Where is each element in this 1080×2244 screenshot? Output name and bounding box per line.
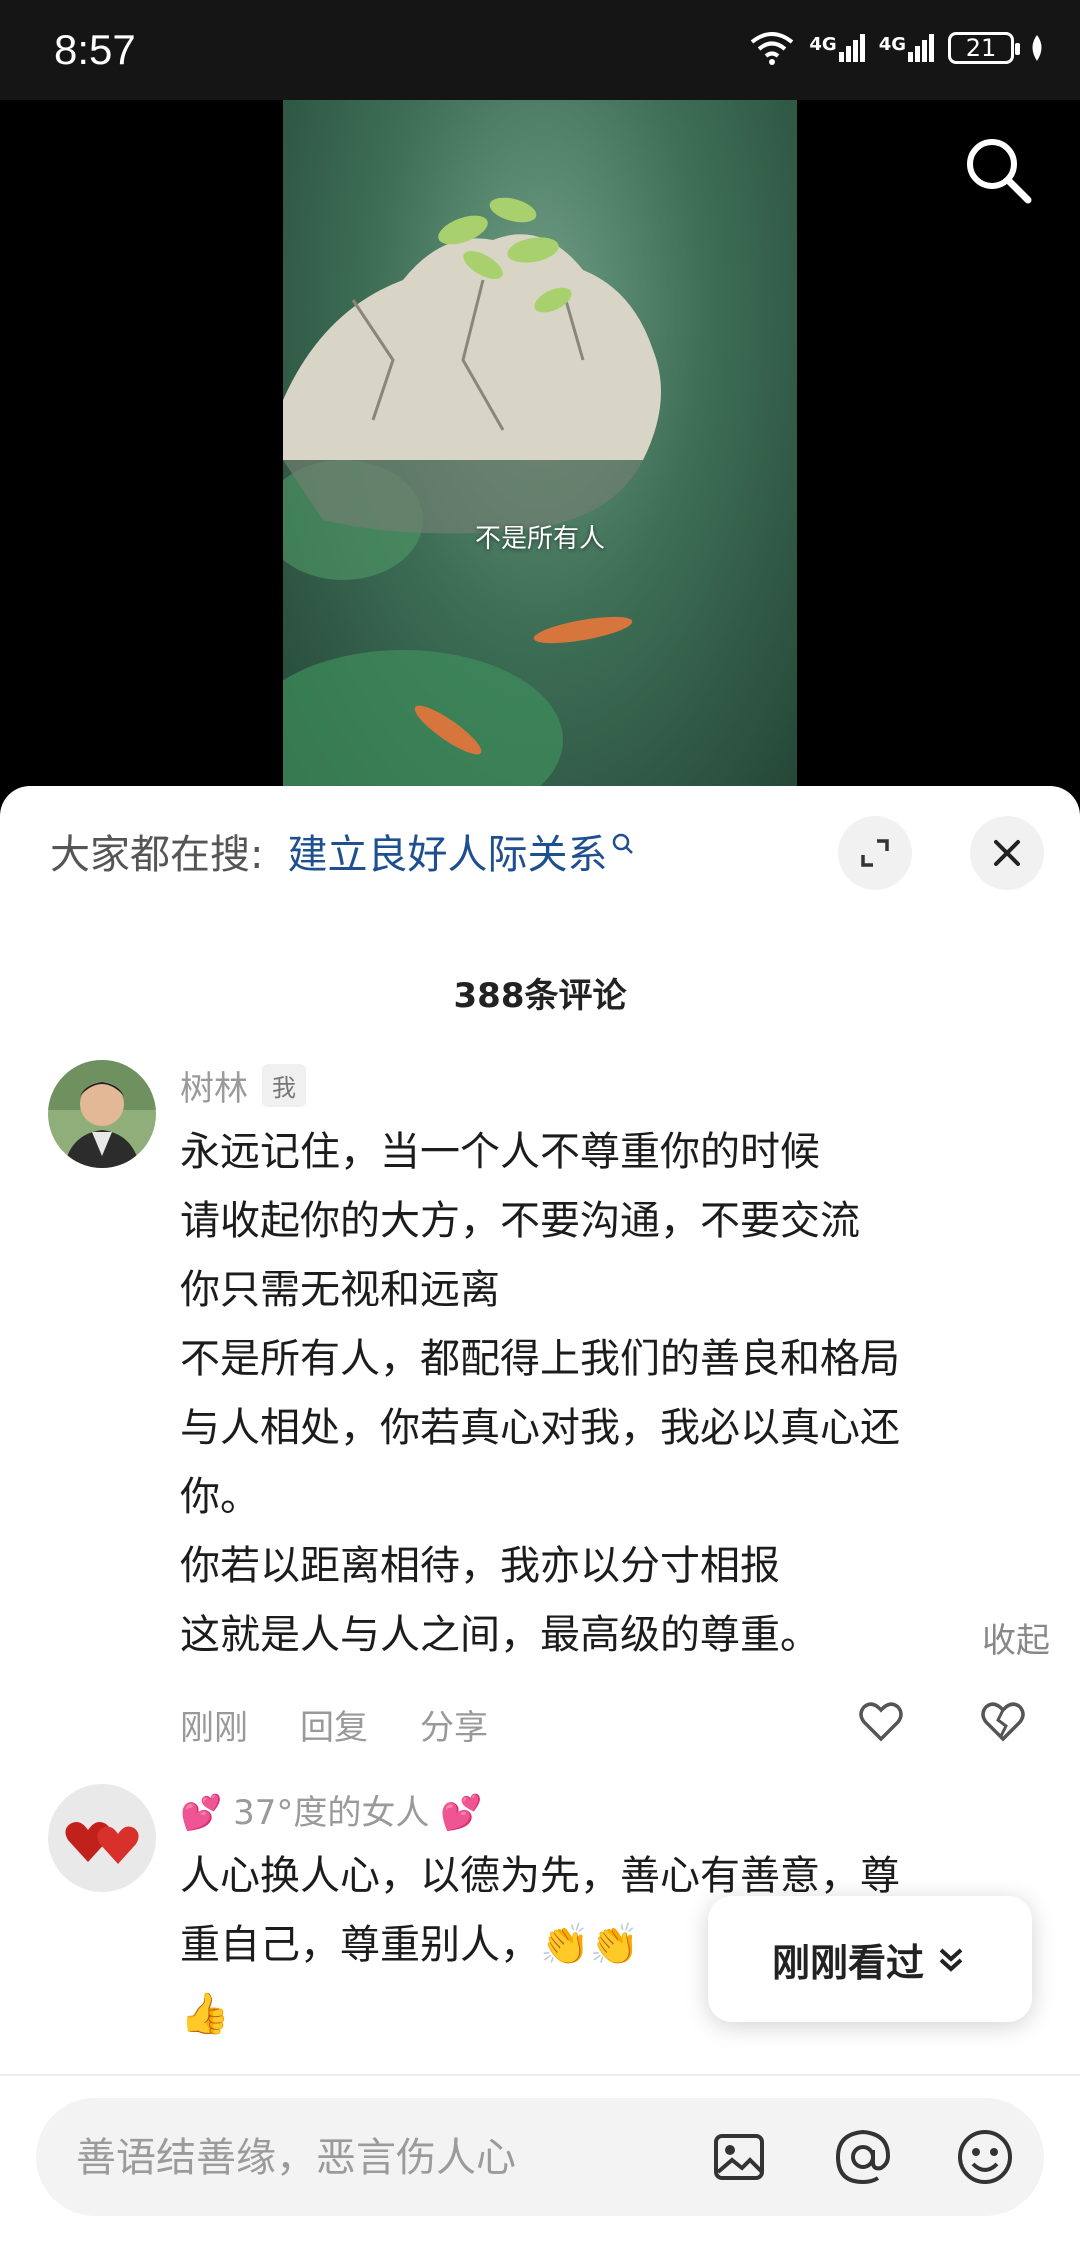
comment-sheet: 大家都在搜: 建立良好人际关系 388条评论 树林 我 永远记住，当一个人不尊重…	[0, 786, 1080, 2244]
comment-username-row: 树林 我	[180, 1060, 1050, 1110]
search-icon	[613, 833, 634, 854]
avatar[interactable]	[48, 1784, 156, 1892]
avatar[interactable]	[48, 1060, 156, 1168]
like-heart-icon[interactable]	[856, 1696, 906, 1746]
video-frame[interactable]: 不是所有人	[283, 100, 797, 800]
avatar-image	[48, 1784, 156, 1892]
share-button[interactable]: 分享	[420, 1700, 488, 1749]
comment-line: 请收起你的大方，不要沟通，不要交流	[180, 1198, 860, 1244]
status-time: 8:57	[54, 26, 136, 73]
wifi-icon	[751, 32, 794, 65]
comment-line: 你只需无视和远离	[180, 1267, 500, 1313]
comment-meta: 刚刚 回复 分享	[180, 1700, 488, 1749]
emoji-icon[interactable]	[954, 2126, 1016, 2188]
comment-line-text: 这就是人与人之间，最高级的尊重。	[180, 1612, 820, 1658]
comment-line: 不是所有人，都配得上我们的善良和格局	[180, 1336, 900, 1382]
comment-line: 与人相处，你若真心对我，我必以真心还	[180, 1405, 900, 1451]
close-button[interactable]	[970, 816, 1044, 890]
comment-line: 永远记住，当一个人不尊重你的时候	[180, 1129, 820, 1175]
status-bar: 8:57 4G 4G 21	[0, 0, 1080, 100]
video-subtitle: 不是所有人	[474, 524, 605, 554]
video-player[interactable]: 不是所有人	[0, 100, 1080, 800]
comment-line: 这就是人与人之间，最高级的尊重。 收起	[180, 1601, 1050, 1670]
divider	[0, 2074, 1080, 2076]
recently-viewed-button[interactable]: 刚刚看过	[708, 1896, 1032, 2022]
comment-count: 388条评论	[453, 976, 627, 1016]
dislike-broken-heart-icon[interactable]	[978, 1696, 1028, 1746]
comment-body: 树林 我 永远记住，当一个人不尊重你的时候 请收起你的大方，不要沟通，不要交流 …	[180, 1060, 1050, 1748]
chevron-down-icon	[939, 1948, 963, 1972]
search-button[interactable]	[962, 134, 1034, 206]
collapse-button[interactable]: 收起	[982, 1607, 1050, 1676]
signal-icon: 4G	[879, 34, 934, 62]
comment-username[interactable]: 💕 37°度的女人 💕	[180, 1784, 1050, 1834]
close-icon	[994, 840, 1020, 866]
comment-line: 你若以距离相待，我亦以分寸相报	[180, 1543, 780, 1589]
at-mention-icon[interactable]	[832, 2126, 894, 2188]
network-type-label: 4G	[809, 34, 837, 55]
comment-text: 永远记住，当一个人不尊重你的时候 请收起你的大方，不要沟通，不要交流 你只需无视…	[180, 1118, 1050, 1670]
hot-search-prefix: 大家都在搜:	[50, 832, 264, 878]
comment-line: 你。	[180, 1474, 260, 1520]
search-icon	[967, 139, 1032, 204]
signal-icon: 4G	[809, 34, 865, 62]
comment-time: 刚刚	[180, 1708, 248, 1748]
hot-search-link[interactable]: 建立良好人际关系	[287, 822, 607, 880]
expand-icon	[861, 839, 889, 867]
leaf-icon	[1032, 35, 1042, 61]
avatar-image	[48, 1060, 156, 1168]
battery-icon: 21	[948, 32, 1020, 64]
comment-username[interactable]: 树林	[180, 1061, 248, 1110]
network-type-label: 4G	[878, 34, 906, 55]
recently-viewed-label: 刚刚看过	[771, 1940, 924, 1985]
comment-input[interactable]	[74, 2098, 718, 2218]
video-scene-illustration	[283, 197, 661, 800]
status-icons: 4G 4G 21	[749, 30, 1046, 66]
hot-search-bar: 大家都在搜: 建立良好人际关系	[50, 822, 635, 880]
reply-button[interactable]: 回复	[300, 1700, 368, 1749]
expand-button[interactable]	[838, 816, 912, 890]
me-badge: 我	[262, 1063, 306, 1107]
comment-item: 树林 我 永远记住，当一个人不尊重你的时候 请收起你的大方，不要沟通，不要交流 …	[48, 1060, 1050, 1748]
image-icon[interactable]	[708, 2126, 770, 2188]
comment-input-bar[interactable]	[36, 2098, 1044, 2218]
